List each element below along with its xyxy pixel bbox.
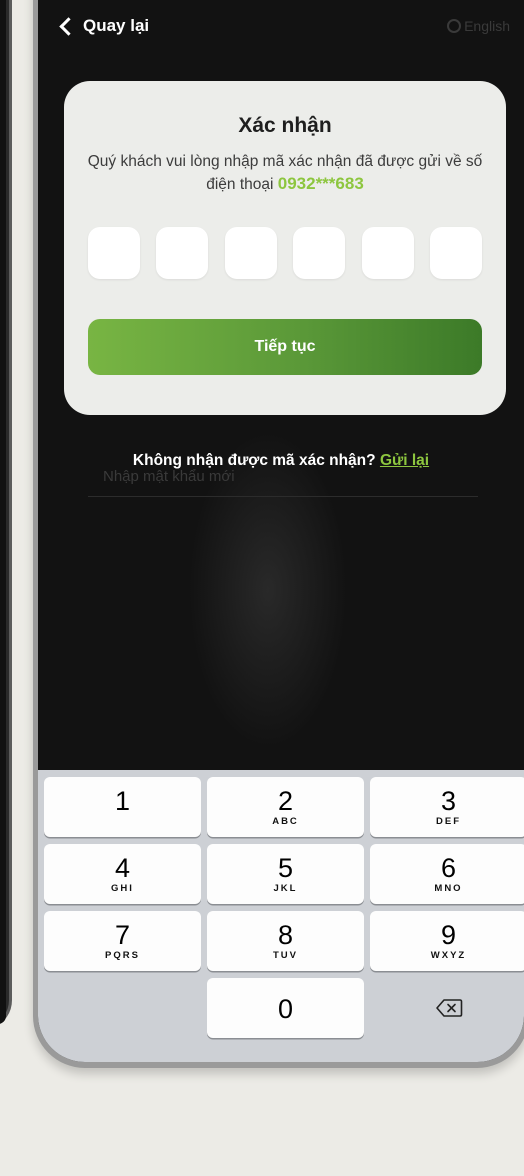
key-3-number: 3 xyxy=(440,786,457,816)
phone-frame: Quay lại English Nhập mật khẩu mới Xác n… xyxy=(33,0,524,1068)
key-7-letters: PQRS xyxy=(105,950,140,961)
continue-button[interactable]: Tiếp tục xyxy=(88,319,482,375)
chevron-left-icon xyxy=(59,17,78,36)
globe-icon xyxy=(447,19,462,33)
back-label: Quay lại xyxy=(83,16,150,35)
card-title: Xác nhận xyxy=(238,114,332,137)
stage: Quay lại English Nhập mật khẩu mới Xác n… xyxy=(0,0,524,1176)
ghost-password-placeholder: Nhập mật khẩu mới xyxy=(103,468,235,485)
key-4-letters: GHI xyxy=(111,883,134,894)
key-delete[interactable] xyxy=(370,978,524,1038)
otp-digit-6[interactable] xyxy=(429,227,482,279)
key-8-number: 8 xyxy=(277,920,294,950)
key-6[interactable]: 6 MNO xyxy=(370,844,524,904)
key-4[interactable]: 4 GHI xyxy=(44,844,201,904)
keypad-grid: 1 2 ABC 3 DEF 4 GHI 5 JKL 6 MNO 7 PQRS 8… xyxy=(44,777,524,1038)
otp-digit-5[interactable] xyxy=(361,227,414,279)
top-bar: Quay lại English xyxy=(38,12,524,52)
key-8-letters: TUV xyxy=(273,950,298,961)
key-1-number: 1 xyxy=(114,786,131,816)
app-screen: Quay lại English Nhập mật khẩu mới Xác n… xyxy=(38,0,524,1062)
key-7[interactable]: 7 PQRS xyxy=(44,911,201,971)
key-5[interactable]: 5 JKL xyxy=(207,844,364,904)
key-1[interactable]: 1 xyxy=(44,777,201,837)
masked-phone-number: 0932***683 xyxy=(277,174,364,193)
key-4-number: 4 xyxy=(114,853,131,883)
resend-prompt: Không nhận được mã xác nhận? xyxy=(132,452,376,469)
otp-digit-1[interactable] xyxy=(88,227,140,279)
key-9-number: 9 xyxy=(440,920,457,950)
language-switch[interactable]: English xyxy=(447,18,510,34)
key-6-number: 6 xyxy=(440,853,457,883)
key-8[interactable]: 8 TUV xyxy=(207,911,364,971)
key-5-number: 5 xyxy=(277,853,294,883)
key-2-number: 2 xyxy=(277,786,294,816)
key-0-number: 0 xyxy=(277,994,294,1024)
key-5-letters: JKL xyxy=(273,883,298,894)
otp-digit-4[interactable] xyxy=(293,227,346,279)
key-7-number: 7 xyxy=(114,920,131,950)
key-2-letters: ABC xyxy=(272,816,299,827)
key-9-letters: WXYZ xyxy=(430,950,467,961)
resend-row: Không nhận được mã xác nhận? Gửi lại xyxy=(38,452,524,470)
card-description: Quý khách vui lòng nhập mã xác nhận đã đ… xyxy=(84,151,486,196)
key-0[interactable]: 0 xyxy=(207,978,364,1038)
language-label: English xyxy=(464,18,510,34)
key-2[interactable]: 2 ABC xyxy=(207,777,364,837)
key-6-letters: MNO xyxy=(434,883,463,894)
key-3-letters: DEF xyxy=(436,816,461,827)
ghost-input-underline xyxy=(88,496,478,497)
resend-link[interactable]: Gửi lại xyxy=(380,452,429,469)
adjacent-phone-frame xyxy=(0,0,12,1030)
numeric-keypad: 1 2 ABC 3 DEF 4 GHI 5 JKL 6 MNO 7 PQRS 8… xyxy=(38,770,524,1062)
key-9[interactable]: 9 WXYZ xyxy=(370,911,524,971)
back-button[interactable]: Quay lại xyxy=(59,16,150,36)
key-blank xyxy=(44,978,201,1038)
otp-digit-2[interactable] xyxy=(156,227,209,279)
otp-card: Xác nhận Quý khách vui lòng nhập mã xác … xyxy=(64,81,506,415)
backspace-icon xyxy=(435,999,462,1017)
key-3[interactable]: 3 DEF xyxy=(370,777,524,837)
otp-input-row xyxy=(88,227,482,279)
otp-digit-3[interactable] xyxy=(224,227,277,279)
